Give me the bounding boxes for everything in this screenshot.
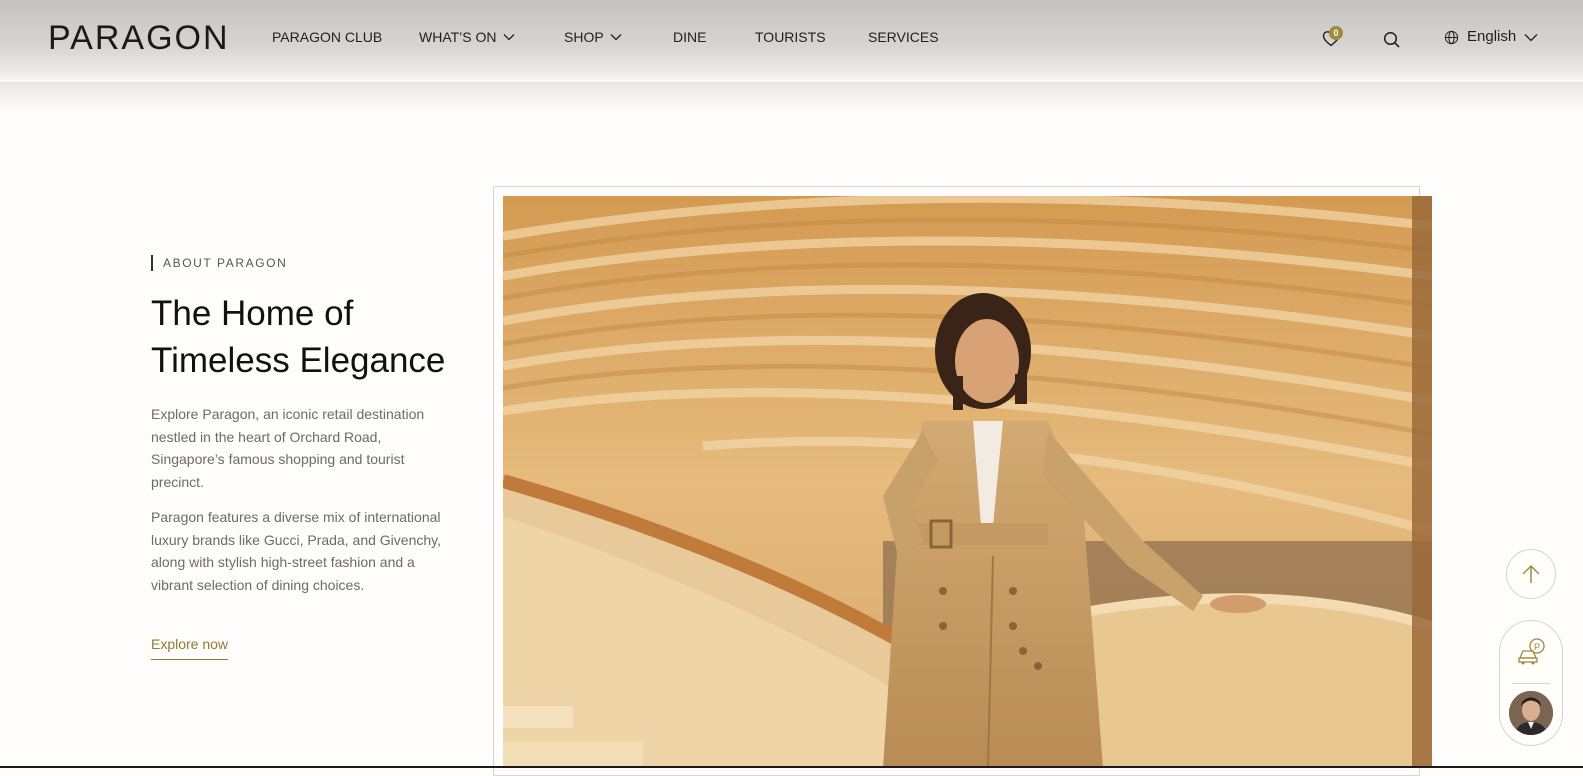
nav-item-label: SERVICES: [868, 29, 939, 45]
nav-item-label: WHAT’S ON: [419, 29, 497, 45]
avatar[interactable]: [1509, 691, 1553, 735]
section-eyebrow: ABOUT PARAGON: [151, 255, 287, 271]
nav-item-paragon-club[interactable]: PARAGON CLUB: [272, 26, 382, 48]
header-shadow: [0, 82, 1583, 112]
car-parking-icon[interactable]: P: [1517, 636, 1547, 666]
about-paragraph-1: Explore Paragon, an iconic retail destin…: [151, 406, 425, 490]
assistant-avatar-image: [1509, 691, 1553, 735]
language-selector[interactable]: English: [1444, 26, 1538, 48]
explore-now-link[interactable]: Explore now: [151, 634, 229, 660]
nav-item-shop[interactable]: SHOP: [564, 26, 622, 48]
back-to-top-button[interactable]: [1506, 549, 1556, 599]
site-logo[interactable]: PARAGON: [48, 18, 230, 58]
floating-widget: P: [1499, 620, 1563, 746]
about-paragraph-2: Paragon features a diverse mix of intern…: [151, 509, 441, 593]
search-icon[interactable]: [1383, 31, 1401, 49]
fashion-model-image: [503, 196, 1432, 768]
section-title: The Home of Timeless Elegance: [151, 294, 446, 380]
language-label: English: [1467, 28, 1517, 45]
chevron-down-icon: [503, 34, 514, 41]
arrow-up-icon: [1522, 564, 1540, 583]
nav-item-label: TOURISTS: [755, 29, 826, 45]
nav-item-label: DINE: [673, 29, 707, 45]
widget-divider: [1512, 683, 1550, 684]
nav-item-label: SHOP: [564, 29, 604, 45]
svg-text:P: P: [1534, 642, 1540, 652]
nav-item-tourists[interactable]: TOURISTS: [755, 26, 826, 48]
nav-item-services[interactable]: SERVICES: [868, 26, 939, 48]
globe-icon: [1444, 30, 1459, 44]
chevron-down-icon: [610, 34, 622, 41]
nav-item-dine[interactable]: DINE: [673, 26, 706, 48]
hero-photo: [503, 196, 1432, 768]
nav-item-whats-on[interactable]: WHAT’S ON: [419, 26, 515, 48]
chevron-down-icon: [1524, 33, 1538, 41]
nav-item-label: PARAGON CLUB: [272, 29, 383, 45]
wishlist-count-badge: 0: [1329, 26, 1343, 40]
